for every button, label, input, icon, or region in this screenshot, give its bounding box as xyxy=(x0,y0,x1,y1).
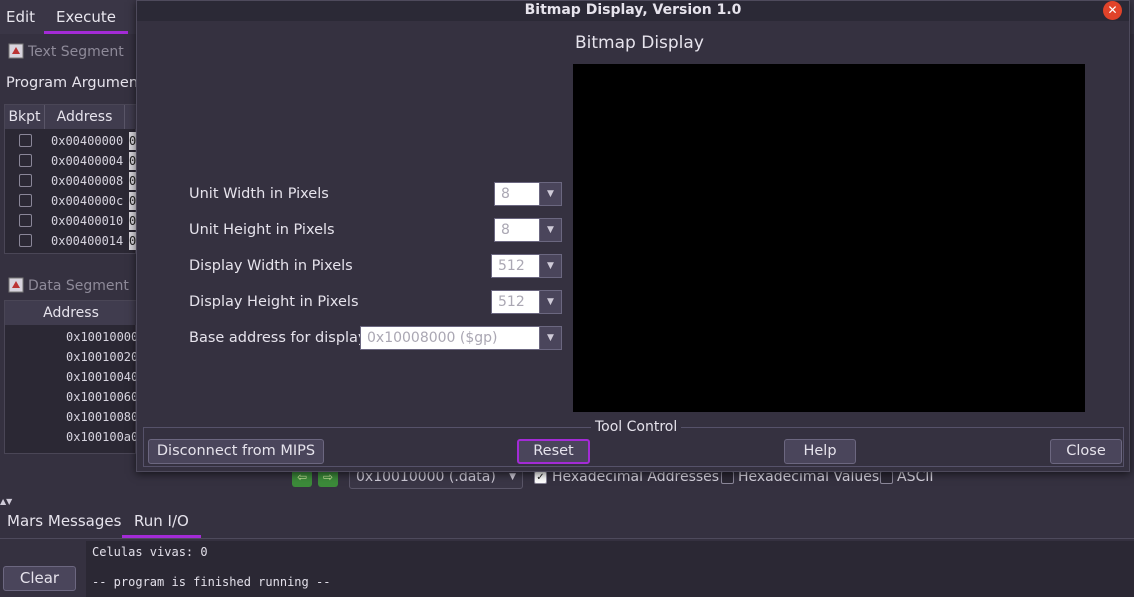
program-arguments-label: Program Arguments xyxy=(6,75,152,91)
data-segment-title: Data Segment xyxy=(8,273,129,299)
output-line: Celulas vivas: 0 xyxy=(92,545,208,559)
data-segment-label: Data Segment xyxy=(28,278,129,294)
unit-width-label: Unit Width in Pixels xyxy=(189,186,329,202)
hex-values-checkbox[interactable] xyxy=(721,471,734,484)
breakpoint-checkbox[interactable] xyxy=(19,134,32,147)
ascii-checkbox[interactable] xyxy=(880,471,893,484)
help-button[interactable]: Help xyxy=(784,439,856,464)
display-height-label: Display Height in Pixels xyxy=(189,294,359,310)
text-segment-label: Text Segment xyxy=(28,44,124,60)
row-address: 0x00400014 xyxy=(51,234,124,248)
table-row: 0x10010040 xyxy=(66,370,139,384)
run-io-output[interactable]: Celulas vivas: 0 -- program is finished … xyxy=(86,541,1134,597)
display-width-select[interactable]: 512 ▼ xyxy=(491,254,562,278)
text-segment-title: Text Segment xyxy=(8,39,124,65)
display-width-value: 512 xyxy=(498,258,525,274)
menu-edit[interactable]: Edit xyxy=(0,0,41,34)
reset-button[interactable]: Reset xyxy=(517,439,590,464)
column-header-address[interactable]: Address xyxy=(45,105,125,129)
breakpoint-checkbox[interactable] xyxy=(19,154,32,167)
data-segment-icon xyxy=(8,276,24,293)
table-row: 0x100100a0 xyxy=(66,430,139,444)
base-address-label: Base address for display xyxy=(189,330,367,346)
column-header-data-address[interactable]: Address xyxy=(5,301,137,325)
bitmap-canvas xyxy=(573,64,1085,412)
unit-width-select[interactable]: 8 ▼ xyxy=(494,182,562,206)
display-width-label: Display Width in Pixels xyxy=(189,258,353,274)
row-address: 0x00400010 xyxy=(51,214,124,228)
unit-height-value: 8 xyxy=(501,222,510,238)
table-row: 0x10010080 xyxy=(66,410,139,424)
row-address: 0x00400000 xyxy=(51,134,124,148)
chevron-down-icon[interactable]: ▼ xyxy=(539,327,561,349)
text-segment-icon xyxy=(8,42,24,59)
table-row: 0x10010020 xyxy=(66,350,139,364)
row-address: 0x00400008 xyxy=(51,174,124,188)
messages-tabs: Mars Messages Run I/O xyxy=(0,508,1134,538)
table-row: 0x00400000 0 xyxy=(5,131,141,151)
data-segment-table: Address 0x10010000 0x10010020 0x10010040… xyxy=(4,300,139,454)
splitter-arrows-icon[interactable]: ▲▼ xyxy=(0,497,20,507)
bitmap-display-heading: Bitmap Display xyxy=(575,33,704,53)
table-row: 0x00400004 0 xyxy=(5,151,141,171)
bitmap-display-dialog: Bitmap Display, Version 1.0 ✕ Bitmap Dis… xyxy=(136,0,1130,472)
close-icon[interactable]: ✕ xyxy=(1103,1,1122,20)
tab-run-io[interactable]: Run I/O xyxy=(122,508,201,538)
tool-control-label: Tool Control xyxy=(591,418,682,436)
unit-height-label: Unit Height in Pixels xyxy=(189,222,335,238)
unit-width-value: 8 xyxy=(501,186,510,202)
output-line: -- program is finished running -- xyxy=(92,575,331,589)
display-height-select[interactable]: 512 ▼ xyxy=(491,290,562,314)
row-address: 0x0040000c xyxy=(51,194,124,208)
base-address-select[interactable]: 0x10008000 ($gp) ▼ xyxy=(360,326,562,350)
breakpoint-checkbox[interactable] xyxy=(19,194,32,207)
display-height-value: 512 xyxy=(498,294,525,310)
row-address: 0x00400004 xyxy=(51,154,124,168)
unit-height-select[interactable]: 8 ▼ xyxy=(494,218,562,242)
hex-addresses-checkbox[interactable]: ✓ xyxy=(534,471,547,484)
chevron-down-icon[interactable]: ▼ xyxy=(539,291,561,313)
base-address-value: 0x10008000 ($gp) xyxy=(367,330,498,346)
messages-divider xyxy=(0,538,1134,539)
disconnect-button[interactable]: Disconnect from MIPS xyxy=(148,439,324,464)
column-header-bkpt[interactable]: Bkpt xyxy=(5,105,45,129)
breakpoint-checkbox[interactable] xyxy=(19,214,32,227)
tab-mars-messages[interactable]: Mars Messages xyxy=(0,508,128,538)
text-table-header: Bkpt Address xyxy=(5,105,137,129)
table-row: 0x0040000c 0 xyxy=(5,191,141,211)
close-button[interactable]: Close xyxy=(1050,439,1122,464)
breakpoint-checkbox[interactable] xyxy=(19,174,32,187)
chevron-down-icon[interactable]: ▼ xyxy=(539,255,561,277)
chevron-down-icon[interactable]: ▼ xyxy=(539,219,561,241)
clear-button[interactable]: Clear xyxy=(3,566,76,591)
table-row: 0x00400014 0 xyxy=(5,231,141,251)
chevron-down-icon[interactable]: ▼ xyxy=(539,183,561,205)
breakpoint-checkbox[interactable] xyxy=(19,234,32,247)
text-segment-table: Bkpt Address 0x00400000 0 0x00400004 0 0… xyxy=(4,104,141,254)
menu-execute[interactable]: Execute xyxy=(44,0,128,34)
table-row: 0x00400008 0 xyxy=(5,171,141,191)
table-row: 0x10010000 xyxy=(66,330,139,344)
data-table-header: Address xyxy=(5,301,137,325)
table-row: 0x00400010 0 xyxy=(5,211,141,231)
dialog-title[interactable]: Bitmap Display, Version 1.0 xyxy=(137,1,1129,21)
table-row: 0x10010060 xyxy=(66,390,139,404)
